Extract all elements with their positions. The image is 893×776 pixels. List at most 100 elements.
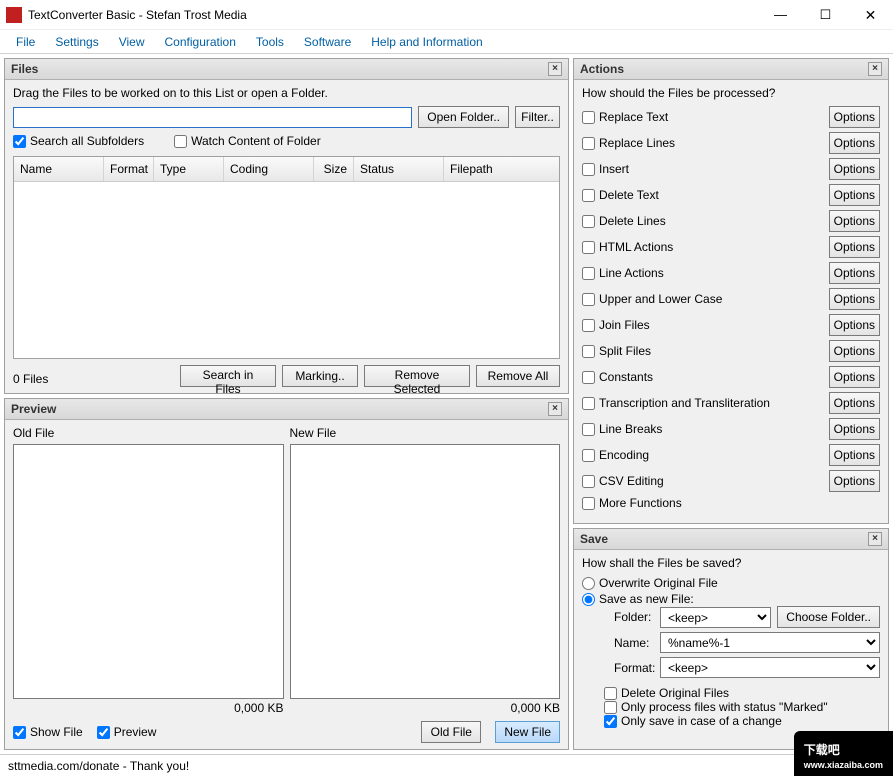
marking-button[interactable]: Marking..: [282, 365, 358, 387]
name-select[interactable]: %name%-1: [660, 632, 880, 653]
action-options-11[interactable]: Options: [829, 392, 880, 414]
action-check-14[interactable]: CSV Editing: [582, 474, 829, 488]
filter-button[interactable]: Filter..: [515, 106, 560, 128]
status-text: sttmedia.com/donate - Thank you!: [8, 759, 189, 773]
menubar: File Settings View Configuration Tools S…: [0, 30, 893, 54]
action-options-7[interactable]: Options: [829, 288, 880, 310]
show-file-check[interactable]: Show File: [13, 725, 83, 739]
save-close-icon[interactable]: ×: [868, 532, 882, 546]
action-options-9[interactable]: Options: [829, 340, 880, 362]
preview-close-icon[interactable]: ×: [548, 402, 562, 416]
name-label: Name:: [604, 636, 654, 650]
more-functions-check[interactable]: More Functions: [582, 496, 880, 510]
action-options-8[interactable]: Options: [829, 314, 880, 336]
action-options-4[interactable]: Options: [829, 210, 880, 232]
maximize-button[interactable]: ☐: [803, 0, 848, 30]
action-check-2[interactable]: Insert: [582, 162, 829, 176]
menu-help[interactable]: Help and Information: [361, 33, 492, 51]
action-check-0[interactable]: Replace Text: [582, 110, 829, 124]
format-select[interactable]: <keep>: [660, 657, 880, 678]
remove-selected-button[interactable]: Remove Selected: [364, 365, 470, 387]
actions-panel: Actions × How should the Files be proces…: [573, 58, 889, 524]
save-panel: Save × How shall the Files be saved? Ove…: [573, 528, 889, 750]
action-check-10[interactable]: Constants: [582, 370, 829, 384]
choose-folder-button[interactable]: Choose Folder..: [777, 606, 880, 628]
action-options-6[interactable]: Options: [829, 262, 880, 284]
action-options-1[interactable]: Options: [829, 132, 880, 154]
action-options-13[interactable]: Options: [829, 444, 880, 466]
action-check-9[interactable]: Split Files: [582, 344, 829, 358]
action-check-4[interactable]: Delete Lines: [582, 214, 829, 228]
folder-label: Folder:: [604, 610, 654, 624]
action-options-3[interactable]: Options: [829, 184, 880, 206]
menu-software[interactable]: Software: [294, 33, 361, 51]
only-save-change-check[interactable]: Only save in case of a change: [582, 714, 880, 728]
old-file-size: 0,000 KB: [13, 701, 284, 715]
actions-close-icon[interactable]: ×: [868, 62, 882, 76]
action-check-8[interactable]: Join Files: [582, 318, 829, 332]
overwrite-radio[interactable]: Overwrite Original File: [582, 576, 880, 590]
statusbar: sttmedia.com/donate - Thank you!: [0, 754, 893, 776]
format-label: Format:: [604, 661, 654, 675]
action-check-6[interactable]: Line Actions: [582, 266, 829, 280]
action-options-0[interactable]: Options: [829, 106, 880, 128]
watch-folder-check[interactable]: Watch Content of Folder: [174, 134, 321, 148]
close-button[interactable]: ✕: [848, 0, 893, 30]
actions-title: Actions: [580, 62, 868, 76]
col-size[interactable]: Size: [314, 157, 354, 181]
action-options-14[interactable]: Options: [829, 470, 880, 492]
action-check-11[interactable]: Transcription and Transliteration: [582, 396, 829, 410]
col-format[interactable]: Format: [104, 157, 154, 181]
minimize-button[interactable]: —: [758, 0, 803, 30]
action-check-12[interactable]: Line Breaks: [582, 422, 829, 436]
action-options-2[interactable]: Options: [829, 158, 880, 180]
menu-settings[interactable]: Settings: [45, 33, 108, 51]
action-check-13[interactable]: Encoding: [582, 448, 829, 462]
preview-panel: Preview × Old File 0,000 KB New File 0,0…: [4, 398, 569, 750]
watermark: 下载吧www.xiazaiba.com: [794, 731, 893, 776]
action-check-7[interactable]: Upper and Lower Case: [582, 292, 829, 306]
folder-path-input[interactable]: [13, 107, 412, 128]
menu-file[interactable]: File: [6, 33, 45, 51]
delete-original-check[interactable]: Delete Original Files: [582, 686, 880, 700]
search-in-files-button[interactable]: Search in Files: [180, 365, 276, 387]
action-options-10[interactable]: Options: [829, 366, 880, 388]
col-type[interactable]: Type: [154, 157, 224, 181]
col-coding[interactable]: Coding: [224, 157, 314, 181]
new-file-size: 0,000 KB: [290, 701, 561, 715]
file-count: 0 Files: [13, 372, 174, 386]
col-filepath[interactable]: Filepath: [444, 157, 559, 181]
action-check-1[interactable]: Replace Lines: [582, 136, 829, 150]
titlebar: TextConverter Basic - Stefan Trost Media…: [0, 0, 893, 30]
only-marked-check[interactable]: Only process files with status "Marked": [582, 700, 880, 714]
col-status[interactable]: Status: [354, 157, 444, 181]
col-name[interactable]: Name: [14, 157, 104, 181]
action-check-3[interactable]: Delete Text: [582, 188, 829, 202]
file-table[interactable]: Name Format Type Coding Size Status File…: [13, 156, 560, 359]
remove-all-button[interactable]: Remove All: [476, 365, 560, 387]
action-options-12[interactable]: Options: [829, 418, 880, 440]
search-subfolders-check[interactable]: Search all Subfolders: [13, 134, 144, 148]
save-new-radio[interactable]: Save as new File:: [582, 592, 880, 606]
files-close-icon[interactable]: ×: [548, 62, 562, 76]
open-folder-button[interactable]: Open Folder..: [418, 106, 509, 128]
save-title: Save: [580, 532, 868, 546]
action-check-5[interactable]: HTML Actions: [582, 240, 829, 254]
window-buttons: — ☐ ✕: [758, 0, 893, 30]
files-title: Files: [11, 62, 548, 76]
old-file-preview[interactable]: [13, 444, 284, 699]
menu-configuration[interactable]: Configuration: [155, 33, 246, 51]
app-icon: [6, 7, 22, 23]
action-options-5[interactable]: Options: [829, 236, 880, 258]
actions-instruction: How should the Files be processed?: [582, 86, 880, 100]
preview-check[interactable]: Preview: [97, 725, 157, 739]
old-file-button[interactable]: Old File: [421, 721, 481, 743]
new-file-preview[interactable]: [290, 444, 561, 699]
save-instruction: How shall the Files be saved?: [582, 556, 880, 570]
new-file-button[interactable]: New File: [495, 721, 560, 743]
window-title: TextConverter Basic - Stefan Trost Media: [28, 8, 758, 22]
folder-select[interactable]: <keep>: [660, 607, 771, 628]
old-file-label: Old File: [13, 426, 284, 440]
menu-tools[interactable]: Tools: [246, 33, 294, 51]
menu-view[interactable]: View: [109, 33, 155, 51]
